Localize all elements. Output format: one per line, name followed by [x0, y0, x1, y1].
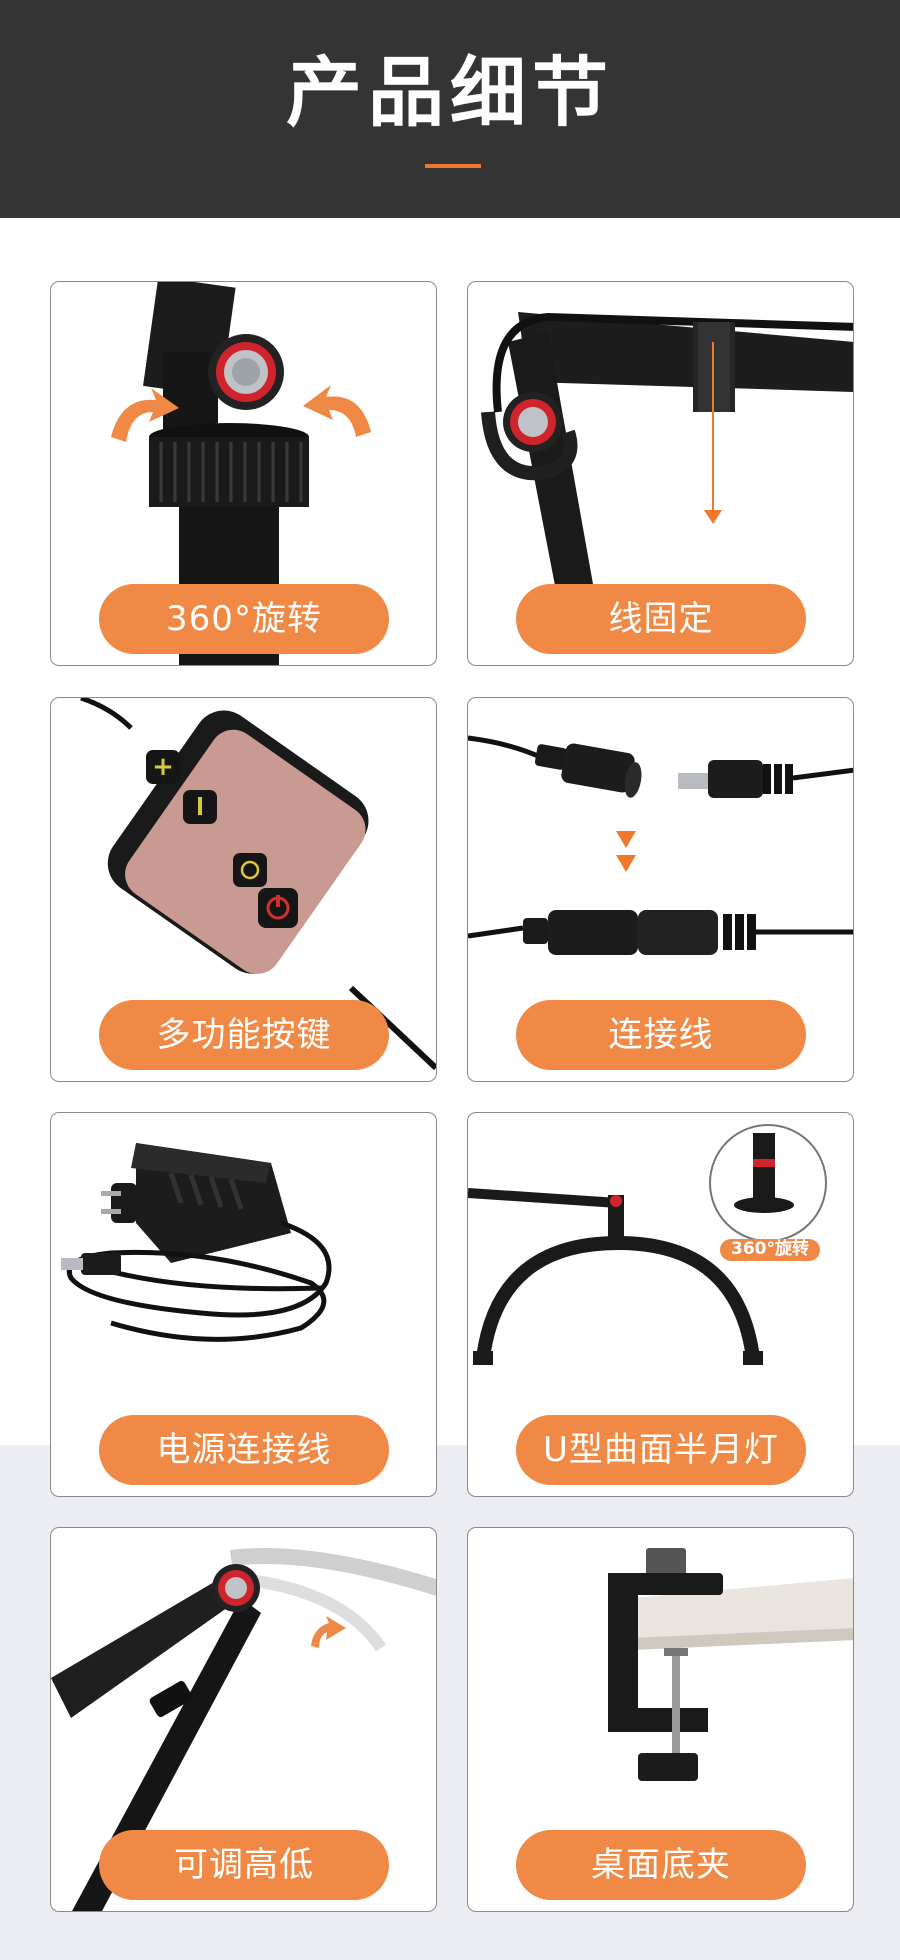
title-accent-line	[425, 164, 481, 168]
card-label-pill: 360°旋转	[99, 584, 389, 654]
detail-card-buttons: + 多功能按键	[50, 697, 437, 1082]
card-label-pill: 线固定	[516, 584, 806, 654]
card-label-pill: 多功能按键	[99, 1000, 389, 1070]
card-label-pill: 桌面底夹	[516, 1830, 806, 1900]
minus-button-icon	[183, 790, 217, 824]
detail-card-clamp: 桌面底夹	[467, 1527, 854, 1912]
cycle-button-icon	[233, 853, 267, 887]
page-title: 产品细节	[286, 48, 614, 137]
card-label-pill: U型曲面半月灯	[516, 1415, 806, 1485]
detail-card-height: 可调高低	[50, 1527, 437, 1912]
power-button-icon	[258, 888, 298, 928]
detail-card-connector: 连接线	[467, 697, 854, 1082]
card-label-pill: 连接线	[516, 1000, 806, 1070]
detail-card-cable-fix: 线固定	[467, 281, 854, 666]
page-header: 产品细节	[0, 0, 900, 218]
svg-text:+: +	[152, 752, 174, 782]
card-label: 可调高低	[174, 1845, 314, 1885]
rotation-badge: 360°旋转	[731, 1239, 809, 1259]
card-label: 电源连接线	[156, 1430, 332, 1470]
card-label: 多功能按键	[156, 1015, 332, 1055]
detail-card-rotation: 360°旋转	[50, 281, 437, 666]
detail-card-power: 电源连接线	[50, 1112, 437, 1497]
card-label: 线固定	[608, 599, 714, 639]
card-label: 桌面底夹	[591, 1845, 731, 1885]
card-label-pill: 电源连接线	[99, 1415, 389, 1485]
card-label-pill: 可调高低	[99, 1830, 389, 1900]
detail-card-lamp: 360°旋转 U型曲面半月灯	[467, 1112, 854, 1497]
card-label: 连接线	[608, 1015, 714, 1055]
card-label: U型曲面半月灯	[543, 1430, 779, 1470]
card-label: 360°旋转	[166, 599, 322, 639]
plus-button-icon: +	[146, 750, 180, 784]
